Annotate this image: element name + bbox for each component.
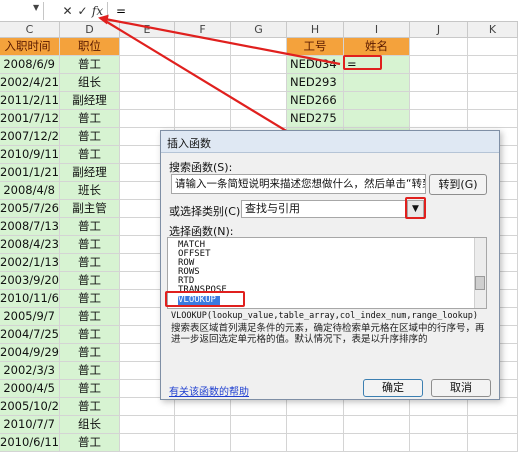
empty-cell[interactable] xyxy=(287,434,344,452)
cancel-button[interactable]: 取消 xyxy=(431,379,491,397)
category-select[interactable]: 查找与引用 xyxy=(241,200,424,218)
function-description: 搜索表区域首列满足条件的元素，确定待检索单元格在区域中的行序号，再进一步返回选定… xyxy=(171,323,485,345)
role-cell[interactable]: 普工 xyxy=(60,434,120,452)
go-button[interactable]: 转到(G) xyxy=(429,174,487,195)
search-input[interactable]: 请输入一条简短说明来描述您想做什么，然后单击“转到” xyxy=(171,174,426,194)
dialog-titlebar[interactable]: 插入函数 xyxy=(161,131,499,153)
insert-function-dialog: 插入函数 搜索函数(S): 请输入一条简短说明来描述您想做什么，然后单击“转到”… xyxy=(160,130,500,400)
sheet-row: 2010/6/11 普工 xyxy=(0,434,518,452)
empty-cell[interactable] xyxy=(344,434,410,452)
arrow-to-fx xyxy=(98,14,341,66)
empty-cell[interactable] xyxy=(120,434,175,452)
category-label: 或选择类别(C): xyxy=(169,205,244,218)
empty-cell[interactable] xyxy=(410,434,468,452)
date-cell[interactable]: 2010/6/11 xyxy=(0,434,60,452)
search-label: 搜索函数(S): xyxy=(169,161,233,174)
empty-cell[interactable] xyxy=(175,434,231,452)
help-link[interactable]: 有关该函数的帮助 xyxy=(169,383,249,398)
empty-cell[interactable] xyxy=(231,434,287,452)
function-syntax: VLOOKUP(lookup_value,table_array,col_ind… xyxy=(171,311,479,321)
dialog-title: 插入函数 xyxy=(167,137,211,150)
function-list-scrollbar[interactable] xyxy=(474,238,486,308)
empty-cell[interactable] xyxy=(468,434,518,452)
vlookup-highlight xyxy=(165,291,245,307)
scrollbar-thumb[interactable] xyxy=(475,276,485,290)
category-dropdown-highlight xyxy=(405,197,426,219)
ok-button[interactable]: 确定 xyxy=(363,379,423,397)
